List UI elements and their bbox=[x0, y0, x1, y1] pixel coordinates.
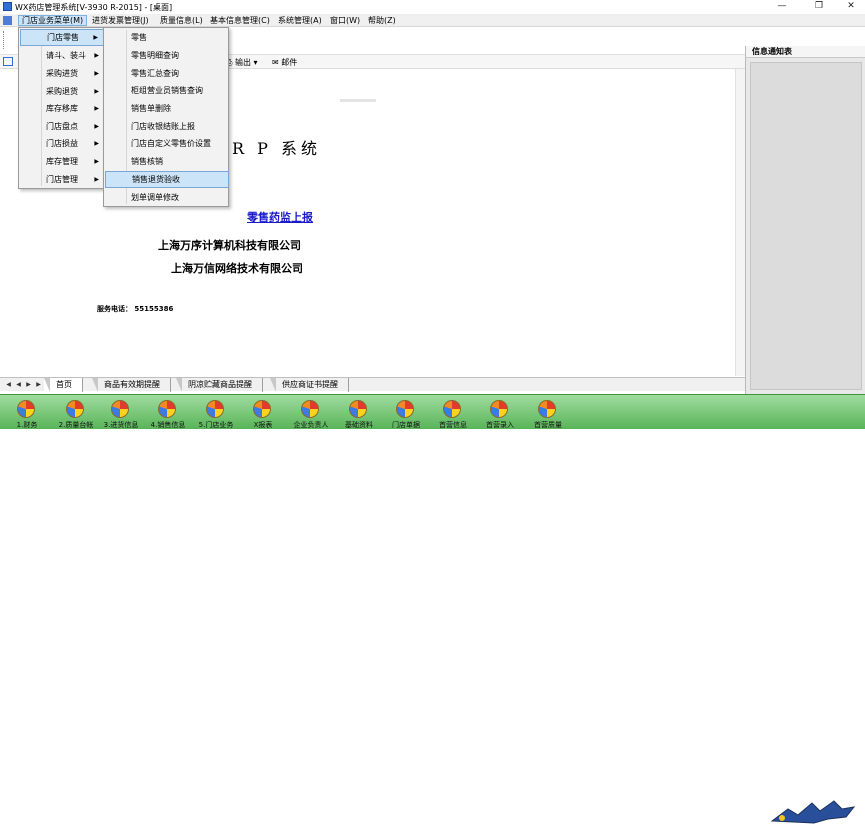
store-retail-submenu: 零售 零售明细查询 零售汇总查询 柜组营业员销售查询 销售单删除 门店收银结账上… bbox=[103, 27, 229, 207]
quick-launch-bar: 1.财务 2.质量台帐 3.进货信息 4.销售信息 5.门店业务 X报表 企业负… bbox=[0, 394, 865, 824]
close-button[interactable]: ✕ bbox=[837, 0, 865, 14]
tab-supplier-cert-reminder[interactable]: 供应商证书提醒 bbox=[270, 378, 349, 392]
pie-chart-icon bbox=[253, 400, 271, 418]
chevron-right-icon: ▶ bbox=[94, 158, 99, 165]
erp-title: R P 系统 bbox=[232, 139, 321, 158]
company-name-2: 上海万信网络技术有限公司 bbox=[171, 262, 303, 275]
quick-store-business[interactable]: 5.门店业务 bbox=[192, 397, 240, 429]
menu-item-store-management[interactable]: 门店管理 ▶ bbox=[20, 171, 104, 188]
pie-chart-icon bbox=[490, 400, 508, 418]
menu-purchase-invoice[interactable]: 进货发票管理(J) bbox=[89, 15, 152, 26]
tab-prev-icon[interactable]: ◀ bbox=[14, 380, 23, 389]
service-phone: 服务电话： 55155386 bbox=[97, 305, 174, 313]
quick-purchase-info[interactable]: 3.进货信息 bbox=[97, 397, 145, 429]
window-title: WX药店管理系统[V-3930 R-2015] - [桌面] bbox=[15, 3, 173, 12]
submenu-order-adjustment[interactable]: 划单调单修改 bbox=[105, 189, 229, 206]
menu-item-purchase-return[interactable]: 采购退货 ▶ bbox=[20, 83, 104, 100]
submenu-sales-writeoff[interactable]: 销售核销 bbox=[105, 153, 229, 170]
menu-item-store-profit-loss[interactable]: 门店损益 ▶ bbox=[20, 135, 104, 152]
menu-window[interactable]: 窗口(W) bbox=[327, 15, 363, 26]
chevron-right-icon: ▶ bbox=[93, 34, 98, 41]
toolbar-grip bbox=[3, 31, 5, 49]
quick-finance[interactable]: 1.财务 bbox=[3, 397, 51, 429]
company-name-1: 上海万序计算机科技有限公司 bbox=[158, 239, 301, 252]
tab-last-icon[interactable]: ▶ bbox=[34, 380, 43, 389]
restore-button[interactable]: ❐ bbox=[805, 0, 833, 14]
pie-chart-icon bbox=[538, 400, 556, 418]
tab-cool-storage-reminder[interactable]: 阴凉贮藏商品提醒 bbox=[176, 378, 263, 392]
pie-chart-icon bbox=[396, 400, 414, 418]
tab-expiry-reminder[interactable]: 商品有效期提醒 bbox=[92, 378, 171, 392]
pie-chart-icon bbox=[17, 400, 35, 418]
quick-quality-ledger[interactable]: 2.质量台帐 bbox=[52, 397, 100, 429]
chevron-right-icon: ▶ bbox=[94, 88, 99, 95]
quick-sales-info[interactable]: 4.销售信息 bbox=[144, 397, 192, 429]
output-button[interactable]: ⎙ 输出 ▾ bbox=[226, 57, 258, 68]
quick-reports[interactable]: X报表 bbox=[239, 397, 287, 429]
submenu-retail[interactable]: 零售 bbox=[105, 29, 229, 46]
quick-first-business-quality[interactable]: 首营质量 bbox=[524, 397, 572, 429]
notice-panel-header: 信息通知表 bbox=[746, 46, 865, 58]
tab-next-icon[interactable]: ▶ bbox=[24, 380, 33, 389]
pie-chart-icon bbox=[206, 400, 224, 418]
dragon-logo-icon bbox=[770, 800, 856, 824]
menu-item-stock-management[interactable]: 库存管理 ▶ bbox=[20, 153, 104, 170]
submenu-delete-sales-order[interactable]: 销售单删除 bbox=[105, 100, 229, 117]
menu-item-store-inventory[interactable]: 门店盘点 ▶ bbox=[20, 118, 104, 135]
menu-system-admin[interactable]: 系统管理(A) bbox=[275, 15, 325, 26]
submenu-sales-return-check[interactable]: 销售退货验收 bbox=[105, 171, 229, 188]
store-business-menu: 门店零售 ▶ 请斗、装斗 ▶ 采购进货 ▶ 采购退货 ▶ 库存移库 ▶ 门店盘点 ▶ 门店损… bbox=[18, 27, 104, 189]
notice-panel-body bbox=[750, 62, 862, 390]
mail-button[interactable]: ✉ 邮件 bbox=[272, 57, 297, 68]
tab-strip: ◀ ◀ ▶ ▶ 首页 商品有效期提醒 阴凉贮藏商品提醒 供应商证书提醒 bbox=[0, 377, 745, 392]
chevron-right-icon: ▶ bbox=[94, 140, 99, 147]
quick-first-business-entry[interactable]: 首营录入 bbox=[476, 397, 524, 429]
quick-first-business-info[interactable]: 首营信息 bbox=[429, 397, 477, 429]
system-menu-icon[interactable] bbox=[3, 16, 12, 25]
menu-item-purchase-in[interactable]: 采购进货 ▶ bbox=[20, 65, 104, 82]
chevron-right-icon: ▶ bbox=[94, 105, 99, 112]
submenu-clerk-sales-query[interactable]: 柜组营业员销售查询 bbox=[105, 82, 229, 99]
app-icon bbox=[3, 2, 12, 11]
quick-store-documents[interactable]: 门店单据 bbox=[382, 397, 430, 429]
notice-panel: 信息通知表 bbox=[745, 46, 865, 394]
chevron-right-icon: ▶ bbox=[94, 176, 99, 183]
retail-report-link[interactable]: 零售药监上报 bbox=[247, 209, 313, 225]
pie-chart-icon bbox=[443, 400, 461, 418]
quick-enterprise-head[interactable]: 企业负责人 bbox=[287, 397, 335, 429]
content-scrollbar[interactable] bbox=[735, 69, 745, 376]
chevron-right-icon: ▶ bbox=[94, 123, 99, 130]
pie-chart-icon bbox=[111, 400, 129, 418]
menu-quality-info[interactable]: 质量信息(L) bbox=[157, 15, 206, 26]
mail-icon: ✉ bbox=[272, 58, 279, 67]
pie-chart-icon bbox=[301, 400, 319, 418]
submenu-retail-detail-query[interactable]: 零售明细查询 bbox=[105, 47, 229, 64]
menu-item-stock-transfer[interactable]: 库存移库 ▶ bbox=[20, 100, 104, 117]
chevron-right-icon: ▶ bbox=[94, 52, 99, 59]
tab-first-icon[interactable]: ◀ bbox=[4, 380, 13, 389]
menu-store-business[interactable]: 门店业务菜单(M) bbox=[18, 15, 88, 26]
quick-basic-data[interactable]: 基础资料 bbox=[335, 397, 383, 429]
submenu-cashier-settlement[interactable]: 门店收银结账上报 bbox=[105, 118, 229, 135]
chevron-right-icon: ▶ bbox=[94, 70, 99, 77]
submenu-retail-summary-query[interactable]: 零售汇总查询 bbox=[105, 65, 229, 82]
menu-basic-info[interactable]: 基本信息管理(C) bbox=[207, 15, 273, 26]
pie-chart-icon bbox=[66, 400, 84, 418]
menu-bar: 门店业务菜单(M) 进货发票管理(J) 质量信息(L) 基本信息管理(C) 系统… bbox=[0, 14, 865, 27]
tab-home[interactable]: 首页 bbox=[44, 378, 83, 392]
document-icon bbox=[3, 57, 13, 66]
menu-help[interactable]: 帮助(Z) bbox=[365, 15, 399, 26]
panel-grip[interactable] bbox=[340, 99, 376, 102]
submenu-custom-retail-price[interactable]: 门店自定义零售价设置 bbox=[105, 135, 229, 152]
menu-item-dispensing[interactable]: 请斗、装斗 ▶ bbox=[20, 47, 104, 64]
title-bar: WX药店管理系统[V-3930 R-2015] - [桌面] — ❐ ✕ bbox=[0, 0, 865, 14]
pie-chart-icon bbox=[349, 400, 367, 418]
menu-item-store-retail[interactable]: 门店零售 ▶ bbox=[20, 29, 104, 46]
minimize-button[interactable]: — bbox=[768, 0, 796, 14]
pie-chart-icon bbox=[158, 400, 176, 418]
